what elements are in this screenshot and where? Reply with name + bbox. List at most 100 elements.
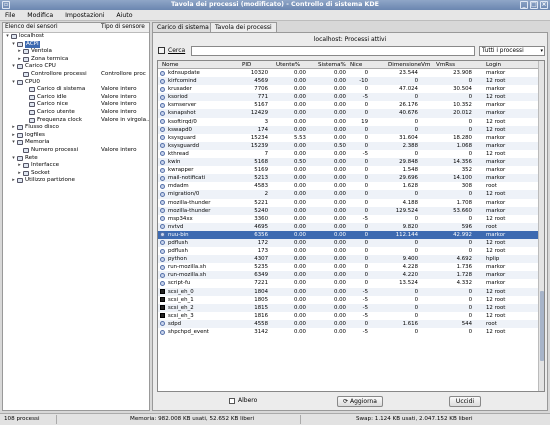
minimize-icon[interactable]: _: [520, 1, 528, 9]
menu-aiuto[interactable]: Aiuto: [111, 10, 137, 21]
collapsed-arrow-icon[interactable]: ▸: [11, 132, 16, 140]
sensor-tree-item[interactable]: Numero processi Valore intero: [3, 147, 149, 155]
sensor-tree-item[interactable]: ▸ Interfacce: [3, 162, 149, 170]
kill-button[interactable]: Uccidi: [449, 396, 481, 407]
collapsed-arrow-icon[interactable]: ▸: [17, 170, 22, 178]
menu-impostazioni[interactable]: Impostazioni: [60, 10, 109, 21]
sensor-tree-item[interactable]: ▾ Rete: [3, 155, 149, 163]
cell-pid: 5221: [254, 199, 268, 206]
vertical-scrollbar[interactable]: [538, 61, 544, 391]
tab-carico-di-sistema[interactable]: Carico di sistema: [152, 22, 214, 32]
cell-name: kirfcomind: [168, 78, 197, 85]
sensor-tree-item[interactable]: ▾ Memoria: [3, 139, 149, 147]
table-row[interactable]: kwin 5168 0.50 0.00 0 29.848 14.356 markor: [158, 158, 539, 167]
sensor-tree-item[interactable]: Frequenza clock Valore in virgola...: [3, 117, 149, 125]
sensor-tree-item[interactable]: ▸ Flusso disco: [3, 124, 149, 132]
table-row[interactable]: sdpd 4558 0.00 0.00 0 1.616 544 root: [158, 319, 539, 328]
sensor-tree-item[interactable]: ▾ localhost: [3, 33, 149, 41]
expanded-arrow-icon[interactable]: ▾: [11, 139, 16, 147]
table-row[interactable]: kswapd0 174 0.00 0.00 0 0 0 12 root: [158, 125, 539, 134]
close-icon[interactable]: ×: [540, 1, 548, 9]
collapsed-arrow-icon[interactable]: ▸: [11, 177, 16, 185]
table-row[interactable]: ksmserver 5167 0.00 0.00 0 26.176 10.352 markor: [158, 101, 539, 109]
clear-search-icon[interactable]: [158, 47, 165, 54]
column-header-user-cpu[interactable]: Utente%: [276, 61, 300, 69]
sensor-tree-item[interactable]: ▸ Zona termica: [3, 56, 149, 64]
table-row[interactable]: kwrapper 5169 0.00 0.00 0 1.548 352 markor: [158, 166, 539, 174]
table-row[interactable]: ksnapshot 12429 0.00 0.00 0 40.676 20.012 marko…: [158, 109, 539, 118]
expanded-arrow-icon[interactable]: ▾: [11, 79, 16, 87]
sensor-tree-label: Ventola: [31, 48, 52, 55]
cell-vm-rss: 352: [461, 167, 472, 174]
table-row[interactable]: shpchpd_event 3142 0.00 0.00 -5 0 0 12 root: [158, 328, 539, 336]
table-row[interactable]: run-mozilla.sh 6349 0.00 0.00 0 4.220 1.728 mar…: [158, 271, 539, 280]
sensor-tree-item[interactable]: ▾ CPU0: [3, 79, 149, 87]
sensor-type-column-header[interactable]: Tipo di sensore: [101, 24, 145, 30]
expanded-arrow-icon[interactable]: ▾: [11, 155, 16, 163]
menu-modifica[interactable]: Modifica: [22, 10, 58, 21]
table-row[interactable]: scsi_eh_0 1804 0.00 0.00 -5 0 0 12 root: [158, 287, 539, 296]
sensor-tree-item[interactable]: Carico nice Valore intero: [3, 101, 149, 109]
search-input[interactable]: [191, 46, 475, 56]
scrollbar-thumb[interactable]: [540, 291, 544, 361]
column-header-system-cpu[interactable]: Sistema%: [318, 61, 346, 69]
table-row[interactable]: ksysguardd 15239 0.00 0.50 0 2.388 1.068 markor: [158, 141, 539, 150]
table-row[interactable]: kthread 7 0.00 0.00 -5 0 0 12 root: [158, 150, 539, 158]
table-row[interactable]: kirfcomind 4569 0.00 0.00 -10 0 0 12 root: [158, 77, 539, 86]
expanded-arrow-icon[interactable]: ▾: [5, 33, 10, 41]
table-row[interactable]: msp34xx 3360 0.00 0.00 -5 0 0 12 root: [158, 215, 539, 223]
refresh-button[interactable]: ⟳ Aggiorna: [337, 396, 383, 407]
expanded-arrow-icon[interactable]: ▾: [11, 63, 16, 71]
table-row[interactable]: scsi_eh_2 1815 0.00 0.00 -5 0 0 12 root: [158, 303, 539, 312]
expanded-arrow-icon[interactable]: ▾: [11, 41, 16, 49]
table-row[interactable]: nvtvd 4695 0.00 0.00 0 9.820 596 root: [158, 222, 539, 231]
cell-user-cpu: 0.00: [293, 304, 306, 311]
sensor-name-column-header[interactable]: Elenco dei sensori: [5, 24, 58, 30]
sensor-tree-item[interactable]: ▸ Socket: [3, 170, 149, 178]
sensor-tree-item[interactable]: Carico di sistema Valore intero: [3, 86, 149, 94]
sensor-tree-item[interactable]: Carico idle Valore intero: [3, 94, 149, 102]
tree-view-checkbox[interactable]: [229, 398, 235, 404]
collapsed-arrow-icon[interactable]: ▸: [17, 162, 22, 170]
table-row[interactable]: migration/0 2 0.00 0.00 0 0 0 12 root: [158, 190, 539, 199]
sensor-browser: Elenco dei sensori Tipo di sensore ▾ loca…: [2, 22, 150, 411]
table-row[interactable]: nuu-bin 6356 0.00 0.00 0 112.144 42.992 markor: [158, 230, 539, 239]
window-menu-icon[interactable]: ▫: [2, 1, 10, 9]
table-row[interactable]: pdflush 172 0.00 0.00 0 0 0 12 root: [158, 238, 539, 248]
process-filter-select[interactable]: Tutti i processi ▾: [479, 46, 545, 56]
column-header-name[interactable]: Nome: [162, 61, 179, 69]
column-header-login[interactable]: Login: [486, 61, 501, 69]
cell-name: mail-notificati: [168, 175, 206, 182]
table-row[interactable]: ksysguard 15234 5.53 0.00 0 31.604 18.280 marko…: [158, 134, 539, 142]
table-row[interactable]: krusader 7706 0.00 0.00 0 47.024 30.504 markor: [158, 85, 539, 93]
sensor-tree-item[interactable]: ▸ logfiles: [3, 132, 149, 140]
menu-file[interactable]: File: [0, 10, 20, 21]
collapsed-arrow-icon[interactable]: ▸: [17, 56, 22, 64]
table-row[interactable]: mdadm 4583 0.00 0.00 0 1.628 308 root: [158, 182, 539, 190]
sensor-tree-item[interactable]: ▾ Carico CPU: [3, 63, 149, 71]
collapsed-arrow-icon[interactable]: ▸: [17, 48, 22, 56]
table-row[interactable]: ksoftirqd/0 3 0.00 0.00 19 0 0 12 root: [158, 118, 539, 126]
table-row[interactable]: mozilla-thunder 5240 0.00 0.00 0 129.524 53.66…: [158, 206, 539, 215]
column-header-vm-rss[interactable]: VmRss: [436, 61, 455, 69]
table-row[interactable]: python 4307 0.00 0.00 0 9.400 4.692 hplip: [158, 255, 539, 264]
sensor-tree-item[interactable]: ▸ Ventola: [3, 48, 149, 56]
table-row[interactable]: mozilla-thunder 5221 0.00 0.00 0 4.188 1.708 ma…: [158, 199, 539, 207]
sensor-tree-item[interactable]: Controllore processi Controllore proc: [3, 71, 149, 79]
sensor-tree-item[interactable]: Carico utente Valore intero: [3, 109, 149, 117]
table-row[interactable]: mail-notificati 5213 0.00 0.00 0 29.696 14.100…: [158, 174, 539, 183]
sensor-tree-item[interactable]: ▾ ACPI: [3, 40, 149, 49]
table-row[interactable]: scsi_eh_1 1805 0.00 0.00 -5 0 0 12 root: [158, 296, 539, 304]
maximize-icon[interactable]: □: [530, 1, 538, 9]
table-row[interactable]: ksoriod 771 0.00 0.00 -5 0 0 12 root: [158, 93, 539, 102]
sensor-tree-item[interactable]: ▸ Utilizzo partizione: [3, 177, 149, 185]
table-row[interactable]: run-mozilla.sh 5235 0.00 0.00 0 4.228 1.736 mar…: [158, 263, 539, 271]
column-header-pid[interactable]: PID: [242, 61, 251, 69]
collapsed-arrow-icon[interactable]: ▸: [11, 124, 16, 132]
table-row[interactable]: kdnsupdate 10320 0.00 0.00 0 23.544 23.908 mark…: [158, 69, 539, 77]
table-row[interactable]: script-fu 7221 0.00 0.00 0 13.524 4.332 markor: [158, 279, 539, 287]
table-row[interactable]: scsi_eh_3 1816 0.00 0.00 -5 0 0 12 root: [158, 312, 539, 320]
column-header-vm-size[interactable]: DimensioneVm: [388, 61, 430, 69]
table-row[interactable]: pdflush 173 0.00 0.00 0 0 0 12 root: [158, 247, 539, 255]
column-header-nice[interactable]: Nice: [350, 61, 362, 69]
